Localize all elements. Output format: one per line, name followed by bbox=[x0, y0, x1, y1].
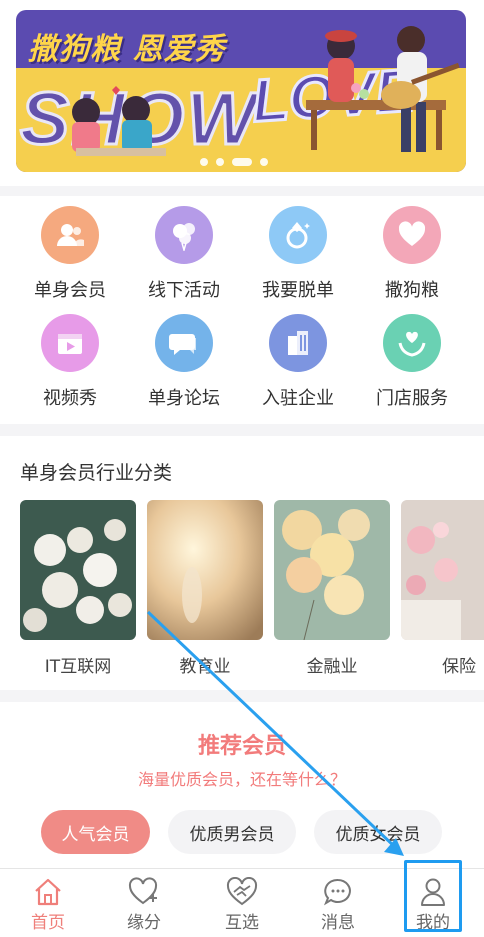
ring-icon bbox=[269, 206, 327, 264]
carousel-dot[interactable] bbox=[260, 158, 268, 166]
menu-item-show-love[interactable]: 撒狗粮 bbox=[352, 206, 472, 302]
banner-section: SHOW LOVE 撒狗粮 恩爱秀 bbox=[0, 0, 484, 186]
filter-quality-male[interactable]: 优质男会员 bbox=[168, 810, 296, 854]
tab-label: 首页 bbox=[31, 913, 65, 933]
card-caption: 保险 bbox=[442, 657, 476, 677]
members-icon bbox=[41, 206, 99, 264]
menu-item-store-service[interactable]: 门店服务 bbox=[352, 314, 472, 410]
menu-item-label: 撒狗粮 bbox=[385, 280, 439, 301]
industry-card-education[interactable]: 教育业 bbox=[147, 500, 263, 677]
card-caption: IT互联网 bbox=[44, 657, 112, 677]
tab-mutual-select[interactable]: 互选 bbox=[194, 869, 290, 937]
balloons-image bbox=[274, 500, 390, 640]
menu-item-label: 单身论坛 bbox=[148, 388, 220, 409]
promo-banner[interactable]: SHOW LOVE 撒狗粮 恩爱秀 bbox=[16, 10, 466, 172]
balloons-icon bbox=[155, 206, 213, 264]
menu-item-label: 入驻企业 bbox=[262, 388, 334, 409]
video-icon bbox=[41, 314, 99, 372]
industry-card-it[interactable]: IT互联网 bbox=[20, 500, 136, 677]
card-caption: 金融业 bbox=[306, 657, 358, 677]
tab-label: 消息 bbox=[321, 913, 355, 933]
highlight-box bbox=[404, 860, 462, 932]
section-title: 单身会员行业分类 bbox=[20, 462, 173, 484]
heart-icon bbox=[383, 206, 441, 264]
home-icon bbox=[35, 878, 61, 906]
tab-label: 互选 bbox=[225, 913, 259, 933]
recommend-section: 推荐会员 海量优质会员，还在等什么？ 人气会员 优质男会员 优质女会员 bbox=[0, 702, 484, 868]
carousel-dot-active[interactable] bbox=[232, 158, 252, 166]
industry-section: 单身会员行业分类 IT互联网 教育业 金融业 保险 bbox=[0, 436, 484, 690]
tab-label: 缘分 bbox=[127, 913, 161, 933]
filter-popular-members[interactable]: 人气会员 bbox=[41, 810, 150, 854]
industry-card-insurance[interactable]: 保险 bbox=[401, 500, 484, 677]
message-icon bbox=[323, 878, 351, 906]
menu-item-label: 门店服务 bbox=[376, 388, 448, 409]
banner-title: 撒狗粮 恩爱秀 bbox=[28, 32, 226, 67]
carousel-dot[interactable] bbox=[200, 158, 208, 166]
menu-item-video[interactable]: 视频秀 bbox=[10, 314, 130, 410]
tab-fate[interactable]: 缘分 bbox=[96, 869, 192, 937]
carousel-dot[interactable] bbox=[216, 158, 224, 166]
menu-item-events[interactable]: 线下活动 bbox=[124, 206, 244, 302]
menu-item-label: 我要脱单 bbox=[262, 280, 334, 301]
recommend-title: 推荐会员 bbox=[197, 734, 286, 759]
card-caption: 教育业 bbox=[179, 657, 231, 677]
filter-quality-female[interactable]: 优质女会员 bbox=[314, 810, 442, 854]
industry-card-finance[interactable]: 金融业 bbox=[274, 500, 390, 677]
carousel-indicator bbox=[200, 158, 268, 166]
menu-item-forum[interactable]: 单身论坛 bbox=[124, 314, 244, 410]
building-icon bbox=[269, 314, 327, 372]
chat-icon bbox=[155, 314, 213, 372]
menu-item-companies[interactable]: 入驻企业 bbox=[238, 314, 358, 410]
menu-item-find-partner[interactable]: 我要脱单 bbox=[238, 206, 358, 302]
sunlight-image bbox=[147, 500, 263, 640]
heart-plus-icon bbox=[128, 877, 158, 905]
menu-item-label: 线下活动 bbox=[148, 280, 220, 301]
recommend-subtitle: 海量优质会员，还在等什么？ bbox=[137, 770, 346, 789]
roses-image bbox=[401, 500, 484, 640]
menu-item-members[interactable]: 单身会员 bbox=[10, 206, 130, 302]
flowers-image bbox=[20, 500, 136, 640]
service-icon bbox=[383, 314, 441, 372]
tab-home[interactable]: 首页 bbox=[0, 869, 96, 937]
menu-item-label: 单身会员 bbox=[34, 280, 106, 301]
menu-item-label: 视频秀 bbox=[43, 388, 97, 409]
feature-grid: 单身会员 线下活动 我要脱单 撒狗粮 视频秀 单身论坛 入驻企业 门店服务 bbox=[0, 196, 484, 424]
handshake-icon bbox=[226, 877, 258, 906]
tab-messages[interactable]: 消息 bbox=[290, 869, 386, 937]
